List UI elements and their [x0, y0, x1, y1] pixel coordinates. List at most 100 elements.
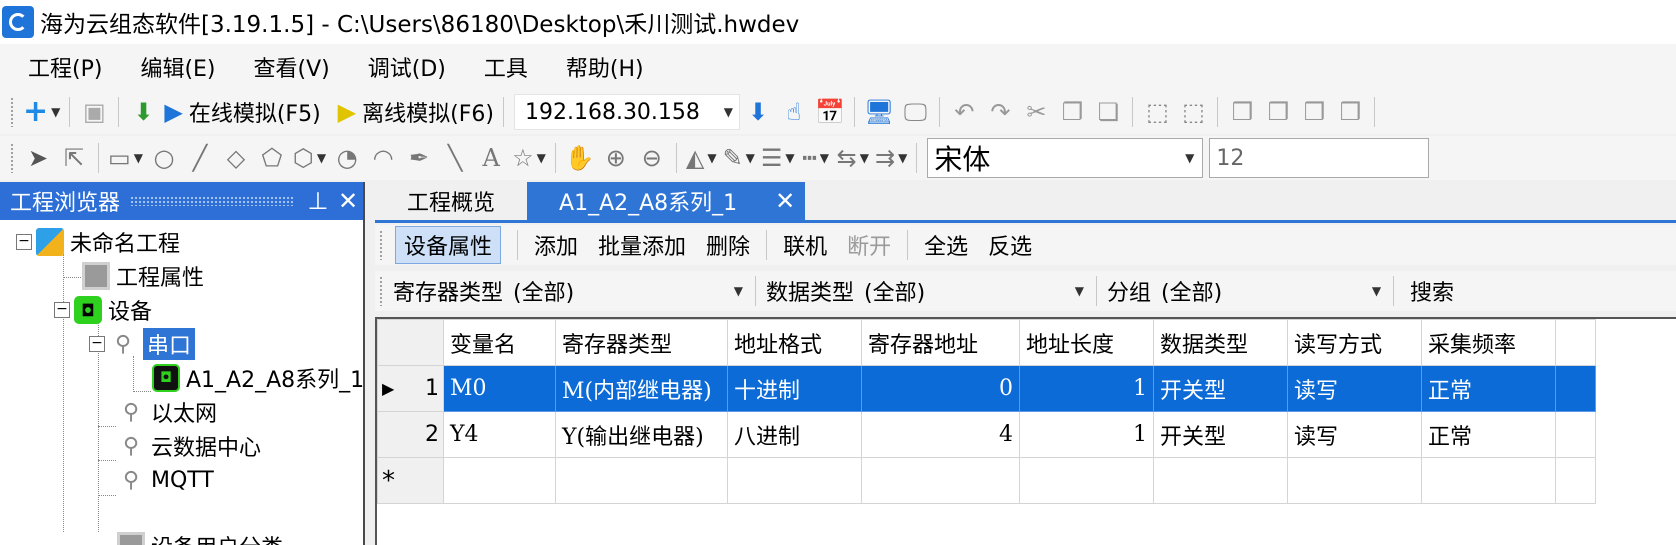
- menu-tools[interactable]: 工具: [484, 51, 528, 83]
- select-all-button[interactable]: 全选: [924, 229, 968, 261]
- search-button[interactable]: 搜索: [1410, 275, 1454, 307]
- copy-button[interactable]: ❐: [1057, 95, 1087, 129]
- data-type-select[interactable]: (全部) ▼: [864, 274, 1090, 308]
- arc-tool[interactable]: ◠: [368, 141, 398, 175]
- zoom-in-tool[interactable]: ⊕: [601, 141, 631, 175]
- tab-device[interactable]: A1_A2_A8系列_1 ✕: [527, 182, 806, 220]
- line-width-button[interactable]: ☰ ▼: [761, 141, 795, 175]
- touch-button[interactable]: ☝: [779, 95, 809, 129]
- arrow-end-button[interactable]: ⇉ ▼: [875, 141, 907, 175]
- pen-tool[interactable]: ✒: [404, 141, 434, 175]
- select-node-tool[interactable]: ⇱: [59, 141, 89, 175]
- delete-button[interactable]: 删除: [706, 229, 750, 261]
- online-sim-button[interactable]: ▶ 在线模拟(F5): [164, 95, 320, 129]
- shape-tool[interactable]: ⬡ ▼: [293, 141, 326, 175]
- reg-type-select[interactable]: (全部) ▼: [513, 274, 749, 308]
- group-button[interactable]: ⬚: [1142, 95, 1172, 129]
- tree-node-user-category[interactable]: 设备用户分类: [117, 530, 283, 545]
- tab-overview[interactable]: 工程概览: [375, 182, 527, 220]
- undo-button[interactable]: ↶: [949, 95, 979, 129]
- paste-button[interactable]: ❏: [1093, 95, 1123, 129]
- monitor-button[interactable]: 🖥: [864, 95, 894, 129]
- disconnect-button[interactable]: 断开: [847, 229, 891, 261]
- pie-tool[interactable]: ◔: [332, 141, 362, 175]
- layer-up-button[interactable]: ❒: [1299, 95, 1329, 129]
- pan-tool[interactable]: ✋: [565, 141, 595, 175]
- layer-down-button[interactable]: ❒: [1335, 95, 1365, 129]
- table-row[interactable]: 2 Y4 Y(输出继电器) 八进制 4 1 开关型 读写 正常: [377, 411, 1596, 458]
- tree-node-serial-device[interactable]: ◘ A1_A2_A8系列_1: [152, 362, 364, 394]
- column-header[interactable]: 寄存器地址: [861, 319, 1020, 366]
- close-tab-icon[interactable]: ✕: [775, 187, 795, 215]
- column-header[interactable]: 数据类型: [1153, 319, 1288, 366]
- send-back-button[interactable]: ❒: [1263, 95, 1293, 129]
- new-row[interactable]: *: [377, 457, 1596, 504]
- tree-node-project-props[interactable]: 工程属性: [82, 260, 204, 292]
- column-header[interactable]: 采集频率: [1421, 319, 1556, 366]
- chevron-down-icon: ▼: [1371, 284, 1382, 298]
- tree-node-project[interactable]: − 未命名工程: [16, 226, 180, 258]
- row-header-corner[interactable]: [377, 319, 444, 366]
- line-color-button[interactable]: ✎ ▼: [723, 141, 755, 175]
- menu-help[interactable]: 帮助(H): [566, 51, 644, 83]
- download-button[interactable]: ⬇: [128, 95, 158, 129]
- tree-node-ethernet[interactable]: ⚲ 以太网: [117, 396, 217, 428]
- invert-selection-button[interactable]: 反选: [988, 229, 1032, 261]
- toolbar-grip[interactable]: [10, 143, 14, 173]
- font-family-select[interactable]: 宋体 ▼: [927, 138, 1204, 178]
- diamond-tool[interactable]: ◇: [221, 141, 251, 175]
- menu-debug[interactable]: 调试(D): [368, 51, 446, 83]
- schedule-button[interactable]: 📅: [815, 95, 845, 129]
- save-button[interactable]: ▣: [79, 95, 109, 129]
- pipe-tool[interactable]: ╲: [440, 141, 470, 175]
- menu-view[interactable]: 查看(V): [254, 51, 330, 83]
- menu-project[interactable]: 工程(P): [28, 51, 102, 83]
- menu-edit[interactable]: 编辑(E): [140, 51, 215, 83]
- pin-icon[interactable]: ⊥: [303, 187, 333, 215]
- table-row[interactable]: ▶ 1 M0 M(内部继电器) 十进制 0 1 开关型 读写 正常: [377, 365, 1596, 412]
- ellipse-tool[interactable]: ○: [149, 141, 179, 175]
- select-tool[interactable]: ➤: [23, 141, 53, 175]
- tree-node-mqtt[interactable]: ⚲ MQTT: [117, 464, 214, 496]
- tree-node-cloud-data[interactable]: ⚲ 云数据中心: [117, 430, 261, 462]
- tree-node-serial[interactable]: − ⚲ 串口: [89, 328, 196, 360]
- close-icon[interactable]: ✕: [333, 187, 363, 215]
- group-select[interactable]: (全部) ▼: [1161, 274, 1387, 308]
- polygon-tool[interactable]: ⬠: [257, 141, 287, 175]
- toolbar-grip[interactable]: [379, 230, 383, 260]
- column-header[interactable]: 寄存器类型: [555, 319, 728, 366]
- ungroup-button[interactable]: ⬚: [1178, 95, 1208, 129]
- add-button[interactable]: + ▼: [23, 95, 60, 129]
- device-props-button[interactable]: 设备属性: [395, 226, 502, 264]
- collapse-icon[interactable]: −: [54, 302, 70, 318]
- font-size-select[interactable]: 12: [1209, 138, 1430, 178]
- line-style-button[interactable]: ┅ ▼: [801, 141, 831, 175]
- rectangle-tool[interactable]: ▭ ▼: [108, 141, 143, 175]
- star-tool[interactable]: ☆ ▼: [512, 141, 546, 175]
- line-tool[interactable]: ╱: [185, 141, 215, 175]
- column-header[interactable]: 读写方式: [1287, 319, 1422, 366]
- column-header[interactable]: 地址格式: [727, 319, 862, 366]
- online-button[interactable]: 联机: [783, 229, 827, 261]
- fill-color-button[interactable]: ◭ ▼: [686, 141, 717, 175]
- arrow-start-button[interactable]: ⇆ ▼: [837, 141, 869, 175]
- column-header[interactable]: 变量名: [443, 319, 556, 366]
- batch-add-button[interactable]: 批量添加: [598, 229, 686, 261]
- display-button[interactable]: 🖵: [900, 95, 930, 129]
- add-variable-button[interactable]: 添加: [534, 229, 578, 261]
- zoom-out-tool[interactable]: ⊖: [637, 141, 667, 175]
- toolbar-grip[interactable]: [379, 276, 383, 306]
- tree-node-device[interactable]: − ◘ 设备: [54, 294, 152, 326]
- column-header[interactable]: 地址长度: [1019, 319, 1154, 366]
- toolbar-grip[interactable]: [10, 97, 14, 127]
- bring-front-button[interactable]: ❒: [1227, 95, 1257, 129]
- undo-icon: ↶: [954, 98, 975, 126]
- ip-address-select[interactable]: 192.168.30.158 ▼: [513, 94, 740, 130]
- redo-button[interactable]: ↷: [985, 95, 1015, 129]
- offline-sim-button[interactable]: ▶ 离线模拟(F6): [338, 95, 494, 129]
- collapse-icon[interactable]: −: [89, 336, 105, 352]
- cut-button[interactable]: ✂: [1021, 95, 1051, 129]
- upload-download-button[interactable]: ⬇: [743, 95, 773, 129]
- collapse-icon[interactable]: −: [16, 234, 32, 250]
- text-tool[interactable]: A: [476, 141, 506, 175]
